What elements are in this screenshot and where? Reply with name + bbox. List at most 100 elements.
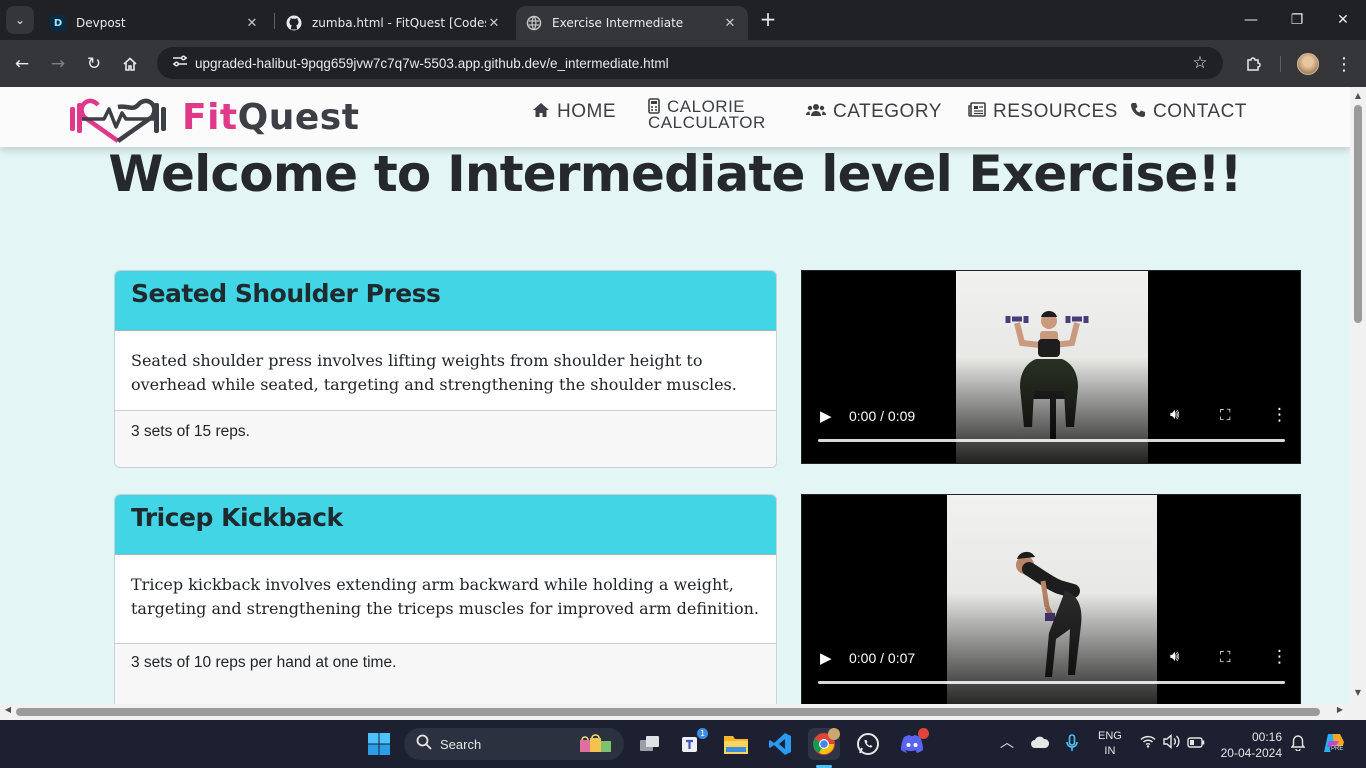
whatsapp-icon[interactable] <box>852 728 884 760</box>
volume-icon[interactable]: 🔊︎ <box>1170 405 1179 423</box>
video-player-shoulder-press[interactable]: ▶ 0:00 / 0:09 🔊︎ ⛶ ⋮ <box>801 270 1301 464</box>
video-time: 0:00 / 0:09 <box>849 408 916 424</box>
video-progress-bar[interactable] <box>818 439 1285 442</box>
newspaper-icon <box>968 102 986 122</box>
windows-start-icon[interactable] <box>363 728 395 760</box>
fullscreen-icon[interactable]: ⛶ <box>1220 406 1231 424</box>
discord-notification-badge <box>918 728 929 739</box>
exercise-card-seated-shoulder-press: Seated Shoulder Press Seated shoulder pr… <box>114 270 777 468</box>
forward-arrow-icon[interactable]: → <box>44 50 72 78</box>
tab-exercise-intermediate[interactable]: Exercise Intermediate ✕ <box>516 6 748 40</box>
search-highlight-gifts-icon <box>578 732 614 757</box>
video-progress-bar[interactable] <box>818 681 1285 684</box>
file-explorer-icon[interactable] <box>720 728 752 760</box>
volume-icon[interactable]: 🔊︎ <box>1170 647 1179 665</box>
back-arrow-icon[interactable]: ← <box>8 50 36 78</box>
nav-label: CALORIE CALCULATOR <box>648 97 766 132</box>
chrome-icon[interactable] <box>808 728 840 760</box>
vertical-scrollbar[interactable]: ▲ ▼ <box>1350 87 1366 704</box>
tab-codespace[interactable]: zumba.html - FitQuest [Codesp ✕ <box>276 6 512 40</box>
exercise-description: Seated shoulder press involves lifting w… <box>131 351 737 394</box>
video-more-options-icon[interactable]: ⋮ <box>1271 647 1288 667</box>
play-icon[interactable]: ▶ <box>820 649 832 667</box>
scroll-left-arrow-icon[interactable]: ◀ <box>0 705 16 714</box>
exercise-sets: 3 sets of 15 reps. <box>115 410 776 467</box>
github-icon <box>286 15 302 31</box>
home-icon[interactable] <box>116 50 144 78</box>
exercise-title: Tricep Kickback <box>115 495 776 555</box>
microphone-icon[interactable] <box>1066 734 1078 755</box>
scroll-down-arrow-icon[interactable]: ▼ <box>1350 688 1366 697</box>
new-tab-plus-icon[interactable]: + <box>756 8 780 32</box>
tab-separator <box>274 13 275 29</box>
show-hidden-icons-chevron-icon[interactable]: ︿ <box>1000 732 1014 752</box>
volume-icon[interactable] <box>1163 733 1181 752</box>
windows-taskbar: Search 1 ︿ ENG IN 00:16 20-04-2024 PRE <box>0 720 1366 768</box>
nav-label: RESOURCES <box>993 101 1118 122</box>
close-tab-icon[interactable]: ✕ <box>486 16 502 31</box>
taskbar-search-box[interactable]: Search <box>404 728 624 760</box>
horizontal-scroll-thumb[interactable] <box>16 708 1320 716</box>
browser-menu-icon[interactable]: ⋮ <box>1330 50 1358 78</box>
globe-icon <box>526 15 542 31</box>
nav-label: CONTACT <box>1153 101 1247 122</box>
search-icon <box>416 734 432 754</box>
tab-title: Exercise Intermediate <box>552 16 684 30</box>
restore-window-icon[interactable]: ❐ <box>1274 0 1320 40</box>
play-icon[interactable]: ▶ <box>820 407 832 425</box>
nav-resources[interactable]: RESOURCES <box>968 101 1118 123</box>
reload-icon[interactable]: ↻ <box>80 50 108 78</box>
video-player-tricep-kickback[interactable]: ▶ 0:00 / 0:07 🔊︎ ⛶ ⋮ <box>801 494 1301 704</box>
vertical-scroll-thumb[interactable] <box>1354 105 1362 323</box>
scroll-up-arrow-icon[interactable]: ▲ <box>1350 91 1366 100</box>
bookmark-star-icon[interactable]: ☆ <box>1185 53 1215 73</box>
fitquest-logo[interactable]: FitQuest <box>68 91 359 143</box>
language-indicator[interactable]: ENG IN <box>1098 729 1122 759</box>
tab-devpost[interactable]: D Devpost ✕ <box>40 6 270 40</box>
brand-name: FitQuest <box>182 96 360 138</box>
page-viewport: FitQuest HOME CALORIE CALCULATOR CATEGOR… <box>0 87 1350 704</box>
chrome-profile-badge <box>828 728 840 740</box>
close-window-icon[interactable]: ✕ <box>1320 0 1366 40</box>
scroll-right-arrow-icon[interactable]: ▶ <box>1332 705 1348 714</box>
close-tab-icon[interactable]: ✕ <box>244 16 260 31</box>
close-tab-icon[interactable]: ✕ <box>722 16 738 31</box>
copilot-pre-badge: PRE <box>1330 746 1345 752</box>
toolbar-divider <box>1280 56 1281 72</box>
fullscreen-icon[interactable]: ⛶ <box>1220 648 1231 666</box>
users-icon <box>806 102 826 123</box>
heart-dumbbell-logo-icon <box>70 98 166 143</box>
nav-category[interactable]: CATEGORY <box>806 101 942 123</box>
exercise-title: Seated Shoulder Press <box>115 271 776 331</box>
url-text: upgraded-halibut-9pqg659jvw7c7q7w-5503.a… <box>195 55 669 71</box>
minimize-icon[interactable]: — <box>1228 0 1274 40</box>
horizontal-scrollbar[interactable]: ◀ ▶ <box>0 704 1366 720</box>
notification-bell-icon[interactable] <box>1290 735 1306 754</box>
battery-icon[interactable] <box>1187 736 1205 751</box>
profile-avatar[interactable] <box>1294 50 1322 78</box>
nav-calorie-calculator[interactable]: CALORIE CALCULATOR <box>648 97 766 132</box>
task-view-icon[interactable] <box>634 728 666 760</box>
exercise-sets: 3 sets of 10 reps per hand at one time. <box>115 643 776 704</box>
exercise-card-tricep-kickback: Tricep Kickback Tricep kickback involves… <box>114 494 777 704</box>
address-bar[interactable]: upgraded-halibut-9pqg659jvw7c7q7w-5503.a… <box>157 47 1223 79</box>
nav-contact[interactable]: CONTACT <box>1130 101 1247 123</box>
tab-search-chevron-icon[interactable]: ⌄ <box>6 6 34 34</box>
exercise-description: Tricep kickback involves extending arm b… <box>131 575 759 618</box>
discord-icon[interactable] <box>896 728 929 760</box>
vscode-icon[interactable] <box>764 728 796 760</box>
clock[interactable]: 00:16 20-04-2024 <box>1218 729 1282 761</box>
nav-home[interactable]: HOME <box>532 101 616 123</box>
extensions-puzzle-icon[interactable] <box>1240 50 1268 78</box>
copilot-icon[interactable]: PRE <box>1322 732 1346 757</box>
home-icon <box>532 102 550 123</box>
video-more-options-icon[interactable]: ⋮ <box>1271 405 1288 425</box>
teams-notification-badge: 1 <box>697 728 708 739</box>
nav-label: HOME <box>557 101 616 122</box>
teams-icon[interactable]: 1 <box>677 728 709 760</box>
phone-icon <box>1130 102 1146 123</box>
site-info-icon[interactable] <box>165 54 195 72</box>
wifi-icon[interactable] <box>1140 735 1156 751</box>
onedrive-cloud-icon[interactable] <box>1030 735 1050 752</box>
tab-title: zumba.html - FitQuest [Codesp <box>312 16 486 30</box>
